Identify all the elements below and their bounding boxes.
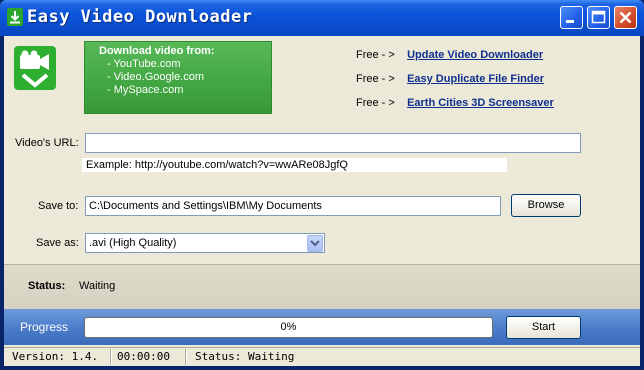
video-camera-icon bbox=[14, 46, 56, 90]
save-as-select[interactable]: .avi (High Quality) bbox=[85, 233, 325, 253]
free-prefix: Free - > bbox=[356, 49, 395, 61]
statusbar-status: Status: Waiting bbox=[195, 350, 295, 363]
main-panel: Download video from: - YouTube.com - Vid… bbox=[4, 36, 640, 366]
status-bar: Version: 1.4. 00:00:00 Status: Waiting bbox=[4, 347, 640, 366]
progress-bar: 0% bbox=[84, 317, 493, 338]
progress-label: Progress bbox=[20, 320, 69, 334]
save-as-label: Save as: bbox=[36, 237, 79, 249]
minimize-button[interactable] bbox=[560, 6, 583, 29]
version-text: Version: 1.4. bbox=[12, 350, 99, 363]
start-button[interactable]: Start bbox=[506, 316, 581, 339]
free-prefix: Free - > bbox=[356, 97, 395, 109]
promo-site: - YouTube.com bbox=[107, 58, 181, 70]
status-value: Waiting bbox=[79, 280, 116, 292]
link-update-video-downloader[interactable]: Update Video Downloader bbox=[407, 49, 543, 61]
chevron-down-icon bbox=[310, 240, 320, 247]
elapsed-time: 00:00:00 bbox=[117, 350, 170, 363]
promo-site: - MySpace.com bbox=[107, 84, 184, 96]
maximize-icon bbox=[591, 10, 606, 24]
maximize-button[interactable] bbox=[587, 6, 610, 29]
promo-banner: Download video from: - YouTube.com - Vid… bbox=[84, 41, 272, 114]
url-example: Example: http://youtube.com/watch?v=wwAR… bbox=[82, 158, 507, 172]
progress-percent: 0% bbox=[280, 321, 297, 333]
window-title: Easy Video Downloader bbox=[27, 7, 253, 27]
status-label: Status: bbox=[28, 280, 66, 292]
link-easy-duplicate-file-finder[interactable]: Easy Duplicate File Finder bbox=[407, 73, 544, 85]
free-links: Free - > Update Video Downloader Free - … bbox=[356, 48, 554, 120]
browse-button[interactable]: Browse bbox=[511, 194, 581, 217]
promo-heading: Download video from: bbox=[99, 45, 215, 57]
url-label: Video's URL: bbox=[15, 137, 79, 149]
close-icon bbox=[619, 11, 632, 24]
link-earth-cities-screensaver[interactable]: Earth Cities 3D Screensaver bbox=[407, 97, 554, 109]
statusbar-divider bbox=[185, 349, 187, 365]
progress-panel: Progress 0% Start bbox=[4, 309, 640, 345]
title-bar[interactable]: Easy Video Downloader bbox=[0, 0, 644, 36]
close-button[interactable] bbox=[614, 6, 637, 29]
download-arrow-icon bbox=[7, 8, 23, 26]
save-as-value: .avi (High Quality) bbox=[89, 237, 177, 249]
minimize-icon bbox=[566, 20, 574, 23]
dropdown-button[interactable] bbox=[307, 235, 323, 252]
app-window: Easy Video Downloader Download video fro… bbox=[0, 0, 644, 370]
statusbar-divider bbox=[110, 349, 112, 365]
url-input[interactable] bbox=[85, 133, 581, 153]
save-to-label: Save to: bbox=[38, 200, 79, 212]
status-panel: Status: Waiting bbox=[4, 264, 640, 309]
promo-site: - Video.Google.com bbox=[107, 71, 205, 83]
save-to-input[interactable]: C:\Documents and Settings\IBM\My Documen… bbox=[85, 196, 501, 216]
free-prefix: Free - > bbox=[356, 73, 395, 85]
